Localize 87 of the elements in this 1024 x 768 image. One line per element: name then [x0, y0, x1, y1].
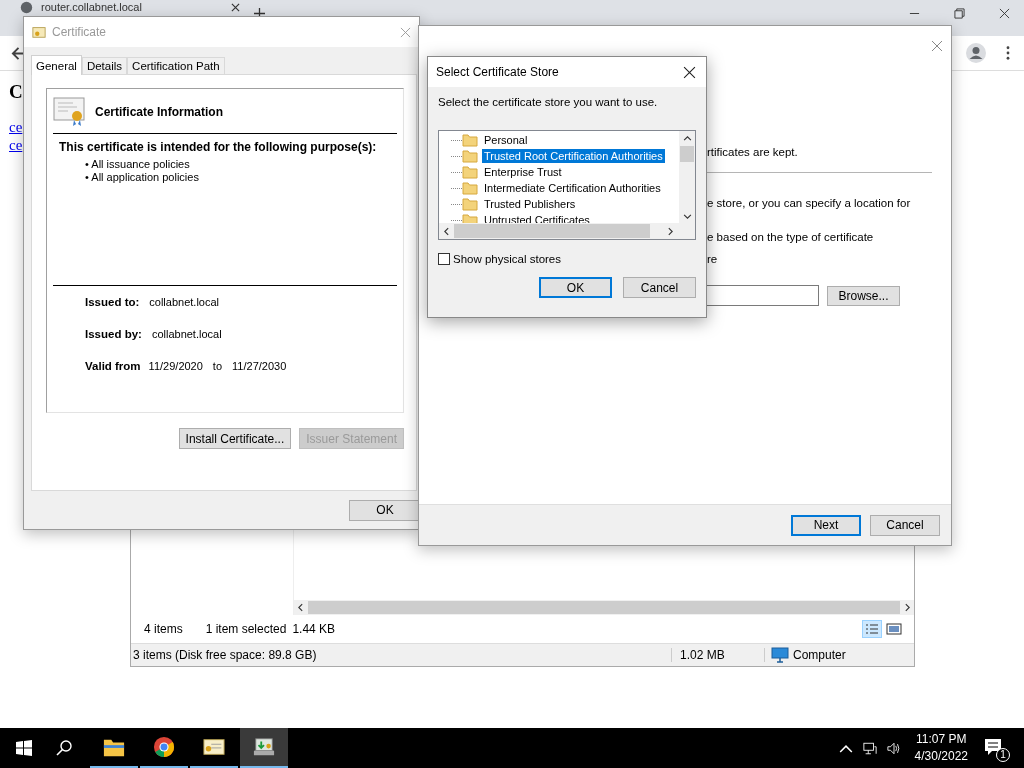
window-title: Certificate: [52, 25, 107, 39]
monitor-icon: [771, 647, 789, 663]
field-value: collabnet.local: [151, 328, 222, 340]
page-link[interactable]: ce: [9, 118, 23, 136]
folder-icon: [462, 165, 478, 179]
horizontal-scrollbar[interactable]: [439, 223, 695, 239]
field-label: Issued to:: [85, 296, 140, 308]
store-item[interactable]: Intermediate Certification Authorities: [482, 181, 663, 195]
selection-size: 1.44 KB: [292, 622, 336, 636]
notification-badge: 1: [996, 748, 1010, 762]
page-link[interactable]: ce: [9, 136, 23, 154]
next-button[interactable]: Next: [791, 514, 861, 536]
clock-date[interactable]: 4/30/2022: [914, 748, 968, 765]
scroll-down-icon[interactable]: [682, 212, 692, 221]
network-icon[interactable]: [862, 741, 877, 755]
scroll-right-icon[interactable]: [903, 603, 912, 612]
store-item[interactable]: Trusted Publishers: [482, 197, 578, 211]
option-text: e based on the type of certificate: [707, 231, 874, 243]
close-icon[interactable]: [231, 3, 240, 12]
location-text: Computer: [793, 648, 846, 662]
scroll-up-icon[interactable]: [682, 134, 692, 143]
details-view-icon[interactable]: [862, 620, 882, 638]
tab[interactable]: Certification Path: [127, 57, 225, 74]
tab[interactable]: Details: [81, 57, 128, 74]
scroll-thumb[interactable]: [680, 146, 694, 162]
folder-icon: [462, 197, 478, 211]
installer-icon: [253, 736, 275, 758]
option-text: e store, or you can specify a location for: [707, 197, 911, 209]
profile-icon[interactable]: [966, 43, 986, 63]
tab-title[interactable]: router.collabnet.local: [41, 1, 223, 14]
install-button[interactable]: Install Certificate...: [178, 428, 292, 449]
clock-time[interactable]: 11:07 PM: [916, 731, 967, 748]
field-value: collabnet.local: [149, 296, 220, 308]
ok-button[interactable]: OK: [349, 499, 421, 521]
item-count: 4 items: [144, 622, 183, 636]
description-text: rtificates are kept.: [707, 146, 798, 158]
close-icon[interactable]: [999, 8, 1010, 19]
dialog-title: Select Certificate Store: [436, 65, 559, 79]
checkbox-label: Show physical stores: [453, 253, 562, 265]
scroll-left-icon[interactable]: [442, 226, 451, 236]
back-arrow-icon[interactable]: [11, 45, 26, 61]
checkbox[interactable]: [438, 253, 450, 265]
purpose-item: • All application policies: [85, 171, 200, 184]
folder-icon: [462, 181, 478, 195]
purpose-item: • All issuance policies: [85, 158, 191, 171]
windows-start-icon[interactable]: [16, 740, 32, 756]
restore-icon[interactable]: [954, 8, 965, 19]
info-title: Certificate Information: [95, 105, 223, 119]
scroll-thumb[interactable]: [308, 601, 900, 614]
certificate-icon: [53, 97, 85, 127]
cancel-button[interactable]: Cancel: [623, 277, 696, 298]
tab[interactable]: General: [31, 55, 82, 75]
vertical-scrollbar[interactable]: [679, 131, 695, 223]
option-text: re: [707, 253, 718, 265]
field-label: Issued by:: [85, 328, 142, 340]
store-item[interactable]: Enterprise Trust: [482, 165, 564, 179]
field-label: to: [212, 360, 223, 372]
field-label: Valid from: [85, 360, 141, 372]
selection-count: 1 item selected: [205, 622, 287, 636]
certificate-icon: [32, 25, 46, 39]
certificate-icon: [203, 736, 225, 758]
browser-icon: [153, 736, 175, 758]
search-icon[interactable]: [56, 740, 72, 756]
prompt-text: Select the certificate store you want to use.: [438, 96, 659, 108]
menu-icon[interactable]: [1006, 46, 1010, 60]
ok-button[interactable]: OK: [539, 277, 612, 298]
preview-view-icon[interactable]: [886, 622, 902, 636]
notification-icon[interactable]: [984, 738, 1002, 756]
horizontal-scrollbar[interactable]: [294, 600, 914, 615]
browse-button[interactable]: Browse...: [827, 285, 900, 306]
close-icon[interactable]: [683, 65, 696, 79]
store-item[interactable]: Personal: [482, 133, 530, 147]
store-item[interactable]: Trusted Root Certification Authorities: [482, 149, 665, 163]
scroll-thumb[interactable]: [454, 224, 650, 238]
installer-app-button[interactable]: [240, 728, 288, 768]
valid-to-date: 11/27/2030: [232, 360, 287, 372]
cancel-button[interactable]: Cancel: [870, 514, 940, 536]
page-heading: C: [9, 81, 23, 103]
volume-icon[interactable]: [886, 741, 901, 755]
size-text: 1.02 MB: [672, 648, 765, 662]
purpose-heading: This certificate is intended for the following purpose(s):: [59, 140, 378, 154]
folder-icon: [462, 133, 478, 147]
valid-from-date: 11/29/2020: [148, 360, 203, 372]
folder-icon: [462, 149, 478, 163]
status-text: 3 items (Disk free space: 89.8 GB): [133, 648, 672, 662]
scroll-left-icon[interactable]: [296, 603, 305, 612]
scroll-right-icon[interactable]: [666, 226, 675, 236]
